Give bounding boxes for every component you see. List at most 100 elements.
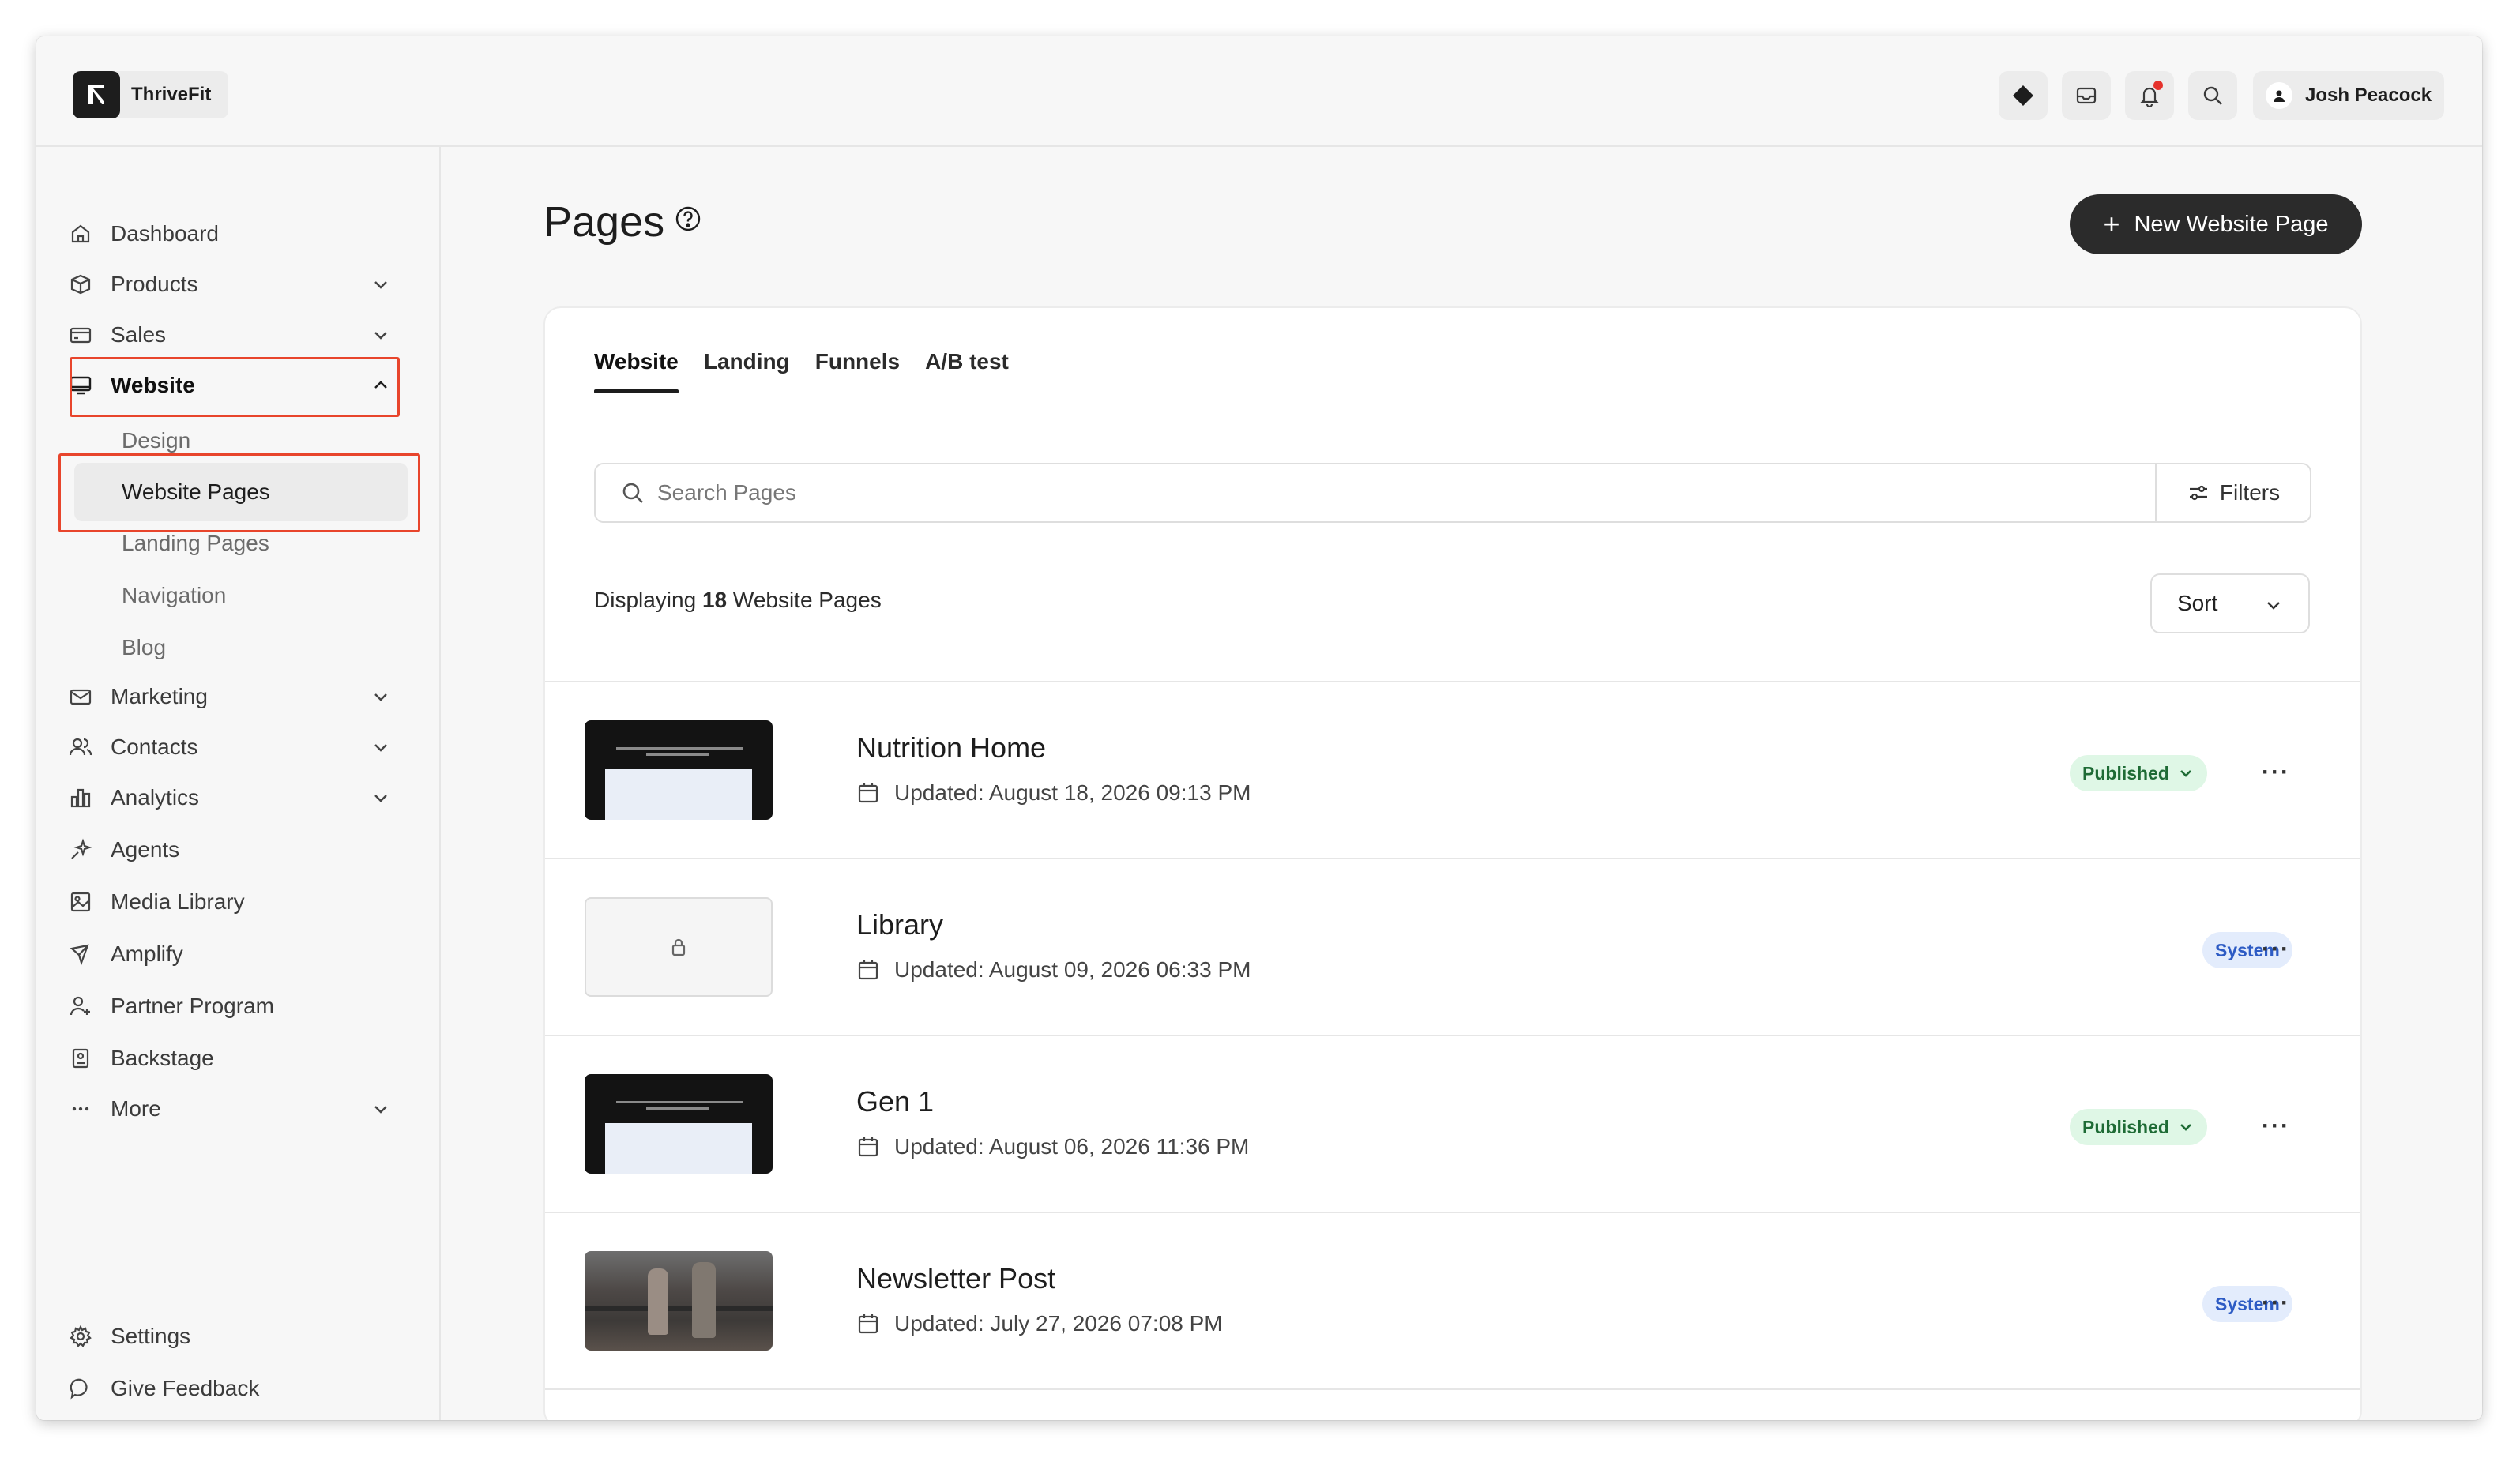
sidebar-item-label: Agents: [111, 837, 180, 862]
sidebar-item-analytics[interactable]: Analytics: [68, 776, 400, 820]
page-title-text[interactable]: Library: [856, 908, 943, 941]
sort-dropdown[interactable]: Sort: [2150, 573, 2310, 633]
sidebar-item-label: Media Library: [111, 889, 245, 914]
help-icon[interactable]: [675, 205, 701, 232]
sidebar-item-label: Products: [111, 272, 198, 296]
sidebar-item-label: Give Feedback: [111, 1376, 260, 1400]
sidebar-item-label: Sales: [111, 322, 167, 347]
sidebar: Dashboard Products Sales Website Design …: [36, 147, 441, 1420]
filters-button[interactable]: Filters: [2155, 464, 2310, 521]
badge-icon: [72, 1048, 89, 1069]
chevron-down-icon: [374, 281, 387, 289]
sidebar-subitem-navigation[interactable]: Navigation: [122, 573, 226, 618]
chat-bubble-icon: [70, 1378, 88, 1400]
count-suffix: Website Pages: [732, 588, 882, 612]
sidebar-item-partner-program[interactable]: Partner Program: [68, 984, 400, 1028]
new-website-page-label: New Website Page: [2134, 211, 2329, 237]
sidebar-item-sales[interactable]: Sales: [68, 313, 400, 357]
brand-switcher[interactable]: ThriveFit: [73, 71, 229, 118]
count-prefix: Displaying: [594, 588, 697, 612]
status-badge[interactable]: Published: [2070, 755, 2207, 791]
results-count: Displaying 18 Website Pages: [594, 588, 882, 613]
tab-landing[interactable]: Landing: [704, 349, 790, 393]
sidebar-item-products[interactable]: Products: [68, 262, 400, 306]
diamond-button[interactable]: [1999, 71, 2048, 120]
page-updated: Updated: August 18, 2026 09:13 PM: [856, 780, 1251, 806]
page-title-text[interactable]: Newsletter Post: [856, 1262, 1055, 1295]
count-value: 18: [701, 588, 728, 612]
sidebar-item-marketing[interactable]: Marketing: [68, 675, 400, 719]
users-icon: [69, 738, 92, 756]
sidebar-item-dashboard[interactable]: Dashboard: [68, 212, 400, 256]
page-updated-text: Updated: August 06, 2026 11:36 PM: [894, 1134, 1250, 1159]
monitor-icon: [70, 376, 92, 395]
sidebar-item-give-feedback[interactable]: Give Feedback: [68, 1366, 400, 1411]
brand-name: ThriveFit: [131, 84, 212, 105]
page-row[interactable]: Newsletter Post Updated: July 27, 2026 0…: [545, 1213, 2360, 1390]
status-label: Published: [2082, 762, 2169, 783]
sidebar-item-website[interactable]: Website: [68, 363, 400, 408]
page-thumbnail: [585, 897, 773, 997]
home-icon: [71, 224, 90, 243]
credit-card-icon: [70, 327, 92, 344]
page-title-text[interactable]: Nutrition Home: [856, 731, 1046, 765]
sidebar-item-more[interactable]: More: [68, 1087, 400, 1131]
more-actions-button[interactable]: ···: [2258, 759, 2294, 785]
page-updated-text: Updated: July 27, 2026 07:08 PM: [894, 1311, 1223, 1336]
more-actions-button[interactable]: ···: [2258, 1290, 2294, 1316]
search-input[interactable]: [657, 464, 2155, 521]
sidebar-item-label: Amplify: [111, 941, 183, 966]
inbox-button[interactable]: [2062, 71, 2111, 120]
page-row[interactable]: Library Updated: August 09, 2026 06:33 P…: [545, 859, 2360, 1036]
more-actions-button[interactable]: ···: [2258, 1113, 2294, 1139]
user-name: Josh Peacock: [2305, 85, 2432, 106]
status-badge[interactable]: Published: [2070, 1109, 2207, 1145]
calendar-icon: [858, 783, 878, 803]
sidebar-item-agents[interactable]: Agents: [68, 828, 400, 872]
sidebar-item-label: Dashboard: [111, 221, 219, 246]
page-updated: Updated: August 09, 2026 06:33 PM: [856, 957, 1251, 983]
new-website-page-button[interactable]: + New Website Page: [2070, 194, 2362, 254]
page-thumbnail: [585, 1251, 773, 1351]
mail-icon: [70, 689, 92, 705]
plus-icon: +: [2103, 208, 2120, 240]
sidebar-item-label: Partner Program: [111, 994, 274, 1018]
sidebar-item-label: Analytics: [111, 785, 200, 810]
user-menu[interactable]: Josh Peacock: [2253, 71, 2445, 120]
more-actions-button[interactable]: ···: [2258, 936, 2294, 962]
page-title-text[interactable]: Gen 1: [856, 1085, 934, 1118]
sidebar-item-amplify[interactable]: Amplify: [68, 932, 400, 976]
top-bar: ThriveFit Josh Peacock: [36, 36, 2482, 147]
search-button[interactable]: [2188, 71, 2237, 120]
search-icon: [622, 483, 643, 503]
inbox-icon: [2076, 87, 2097, 104]
sidebar-subitem-design[interactable]: Design: [122, 419, 190, 463]
sidebar-item-settings[interactable]: Settings: [68, 1314, 400, 1358]
brand-logo-icon: [73, 71, 120, 118]
chevron-down-icon: [2180, 1124, 2191, 1131]
page-thumbnail: [585, 720, 773, 820]
chevron-down-icon: [2267, 602, 2280, 610]
tab-ab-test[interactable]: A/B test: [925, 349, 1009, 393]
sidebar-subitem-landing-pages[interactable]: Landing Pages: [122, 521, 269, 566]
pages-card: Website Landing Funnels A/B test Filters…: [543, 306, 2362, 1420]
sidebar-item-label: Contacts: [111, 735, 198, 759]
avatar: [2266, 82, 2292, 109]
sidebar-item-backstage[interactable]: Backstage: [68, 1036, 400, 1080]
box-icon: [70, 274, 91, 295]
chevron-down-icon: [374, 693, 387, 701]
bar-chart-icon: [70, 788, 91, 808]
page-updated-text: Updated: August 18, 2026 09:13 PM: [894, 780, 1251, 805]
tab-website[interactable]: Website: [594, 349, 679, 393]
notifications-button[interactable]: [2125, 71, 2174, 120]
chevron-down-icon: [2180, 770, 2191, 777]
page-row[interactable]: Gen 1 Updated: August 06, 2026 11:36 PM …: [545, 1036, 2360, 1213]
tab-funnels[interactable]: Funnels: [815, 349, 900, 393]
sidebar-subitem-website-pages[interactable]: Website Pages: [74, 463, 408, 521]
page-row[interactable]: Nutrition Home Updated: August 18, 2026 …: [545, 682, 2360, 859]
status-label: Published: [2082, 1116, 2169, 1137]
sidebar-item-media-library[interactable]: Media Library: [68, 880, 400, 924]
sidebar-item-contacts[interactable]: Contacts: [68, 725, 400, 769]
sidebar-subitem-blog[interactable]: Blog: [122, 626, 166, 670]
chevron-down-icon: [374, 744, 387, 752]
